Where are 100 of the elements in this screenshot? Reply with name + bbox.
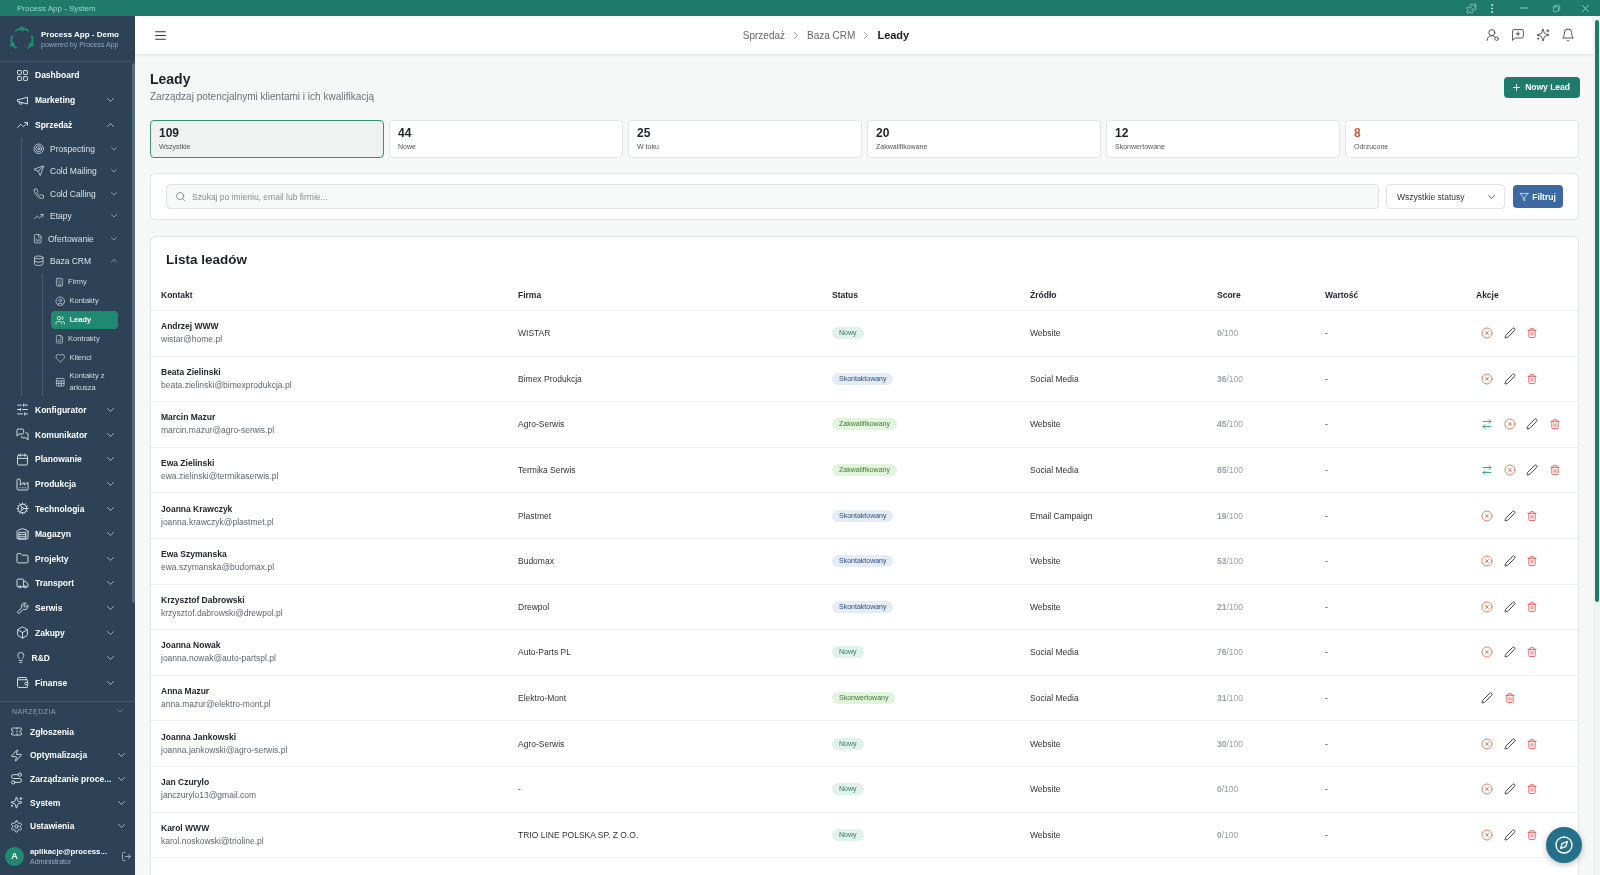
warehouse-icon [17,528,28,540]
sidebar-item[interactable]: Cold Calling [22,182,135,205]
contact-name: Ewa Szymanska [161,548,227,562]
contact-email: joanna.nowak@auto-partspl.pl [161,652,276,666]
trash-icon[interactable] [1527,647,1537,658]
contact-name: Joanna Krawczyk [161,502,233,516]
new-lead-button[interactable]: Nowy Lead [1504,76,1580,98]
bell-icon[interactable] [1561,29,1574,41]
sidebar-item[interactable]: Ofertowanie [22,227,135,250]
close-icon[interactable] [1582,4,1589,12]
sidebar-item[interactable]: Prospecting [22,137,135,160]
trash-icon[interactable] [1549,419,1560,430]
contact-name: Krzysztof Dabrowski [161,593,245,607]
sidebar-item[interactable]: System [0,790,135,815]
scrollbar-thumb[interactable] [1595,20,1599,602]
pencil-icon[interactable] [1504,784,1515,795]
circle-x-icon[interactable] [1482,510,1492,521]
circle-x-icon[interactable] [1482,647,1492,658]
pencil-icon[interactable] [1504,647,1515,658]
sidebar-item[interactable]: Finanse [0,670,135,695]
chevron-right-icon [864,31,869,39]
pencil-icon[interactable] [1504,738,1515,749]
sidebar-item[interactable]: Zgłoszenia [0,720,135,744]
pencil-icon[interactable] [1504,373,1515,384]
sidebar-item[interactable]: Etapy [22,204,135,228]
company-name: Drewpol [518,601,550,612]
circle-x-icon[interactable] [1504,465,1515,476]
trash-icon[interactable] [1527,784,1537,795]
sidebar-item[interactable]: Baza CRM [22,249,135,273]
sidebar-item[interactable]: Ustawienia [0,814,135,838]
user-icon[interactable] [1486,29,1499,41]
search-field[interactable]: Szukaj po imieniu, email lub firmie... [166,184,1379,209]
sidebar-item[interactable]: Produkcja [0,471,135,497]
sidebar-item[interactable]: Serwis [0,595,135,621]
breadcrumb-link[interactable]: Sprzedaż [742,29,786,41]
status-select[interactable]: Wszystkie statusy [1386,184,1505,209]
sidebar-item[interactable]: Dashboard [0,63,135,88]
trash-icon[interactable] [1527,328,1537,339]
trash-icon[interactable] [1527,556,1537,567]
lightbulb-icon [17,652,25,664]
filter-button[interactable]: Filtruj [1513,185,1563,208]
circle-x-icon[interactable] [1482,784,1492,795]
pencil-icon[interactable] [1504,510,1515,521]
puzzle-icon[interactable] [1467,3,1476,13]
lead-value: - [1325,693,1328,704]
user-avatar: A [5,847,24,866]
settings-icon [11,820,22,832]
column-header: Akcje [1476,289,1499,300]
trash-icon[interactable] [1527,829,1537,840]
logout-icon[interactable] [122,852,131,861]
lead-source: Website [1030,738,1061,749]
circle-x-icon[interactable] [1482,556,1492,567]
breadcrumb-link[interactable]: Baza CRM [807,29,856,41]
lead-source: Website [1030,419,1061,430]
sidebar-item[interactable]: Planowanie [0,447,135,472]
trash-icon[interactable] [1527,601,1537,612]
trash-icon[interactable] [1527,510,1537,521]
sidebar-item[interactable]: Marketing [0,87,135,113]
sidebar-item[interactable]: Transport [0,570,135,596]
sidebar-item[interactable]: Sprzedaż [0,112,135,138]
pencil-icon[interactable] [1504,556,1515,567]
swap-arrows-icon[interactable] [1482,419,1492,430]
chevron-down-icon[interactable] [117,709,123,713]
pencil-icon[interactable] [1527,465,1537,476]
sidebar-item[interactable]: Technologia [0,496,135,522]
sidebar-item[interactable]: Zarządzanie proce... [0,767,135,791]
message-plus-icon[interactable] [1511,29,1524,41]
scrollbar-thumb[interactable] [132,63,135,603]
circle-x-icon[interactable] [1482,829,1492,840]
circle-x-icon[interactable] [1482,738,1492,749]
lead-value: - [1325,419,1328,430]
sidebar-item[interactable]: Projekty [0,546,135,571]
circle-x-icon[interactable] [1482,373,1492,384]
menu-icon[interactable] [155,30,166,40]
sparkles-icon[interactable] [1536,29,1549,41]
pencil-icon[interactable] [1504,829,1515,840]
sidebar-item[interactable]: R&D [0,645,135,671]
trash-icon[interactable] [1527,738,1537,749]
pencil-icon[interactable] [1482,693,1492,704]
lead-score: 85/100 [1217,465,1243,476]
sidebar-item[interactable]: Cold Mailing [22,159,135,183]
pencil-icon[interactable] [1527,419,1537,430]
trash-icon[interactable] [1549,465,1560,476]
circle-x-icon[interactable] [1482,328,1492,339]
sidebar-item[interactable]: Konfigurator [0,397,135,423]
circle-x-icon[interactable] [1504,419,1515,430]
sidebar-item[interactable]: Komunikator [0,422,135,447]
pencil-icon[interactable] [1504,328,1515,339]
lead-score: 21/100 [1217,601,1243,612]
column-header: Score [1217,289,1241,300]
trash-icon[interactable] [1504,693,1515,704]
trash-icon[interactable] [1527,373,1537,384]
document-icon [56,335,63,344]
pencil-icon[interactable] [1504,601,1515,612]
sidebar-item[interactable]: Zakupy [0,620,135,646]
swap-arrows-icon[interactable] [1482,465,1492,476]
sidebar-item[interactable]: Magazyn [0,521,135,547]
sidebar-item[interactable]: Optymalizacja [0,743,135,768]
circle-x-icon[interactable] [1482,601,1492,612]
maximize-icon[interactable] [1553,4,1560,12]
